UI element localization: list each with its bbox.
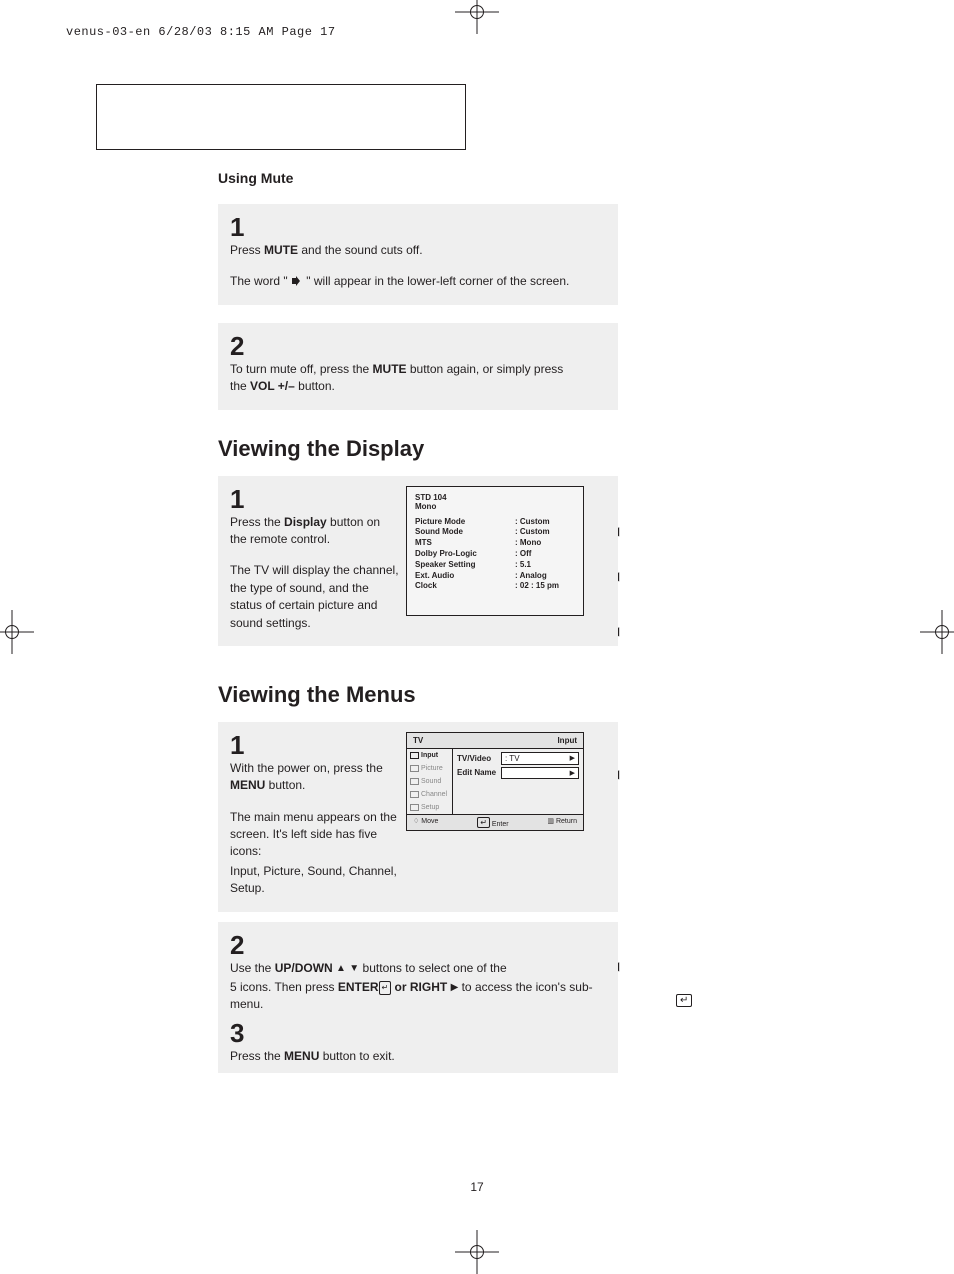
tvshot-sound: Mono <box>415 502 575 511</box>
print-slug: venus-03-en 6/28/03 8:15 AM Page 17 <box>66 25 336 39</box>
step-text: The main menu appears on the screen. It'… <box>230 809 400 861</box>
menu-main: TV/Video : TV▶ Edit Name ▶ <box>453 749 583 814</box>
crop-mark-left <box>0 610 34 654</box>
tvshot-row: Picture Mode: Custom <box>415 517 575 528</box>
menu-row: TV/Video : TV▶ <box>457 752 579 765</box>
tvshot-row: Sound Mode: Custom <box>415 527 575 538</box>
crop-mark-bottom <box>455 1230 499 1274</box>
setup-icon <box>410 804 419 811</box>
step-text: The TV will display the channel, the typ… <box>230 562 400 632</box>
tvshot-row: Dolby Pro-Logic: Off <box>415 549 575 560</box>
tvshot-row: Speaker Setting: 5.1 <box>415 560 575 571</box>
step-number: 2 <box>230 333 606 359</box>
page-number: 17 <box>470 1180 483 1194</box>
step-box: 1 With the power on, press the MENU butt… <box>218 722 618 912</box>
step-text: 5 icons. Then press ENTER↵ or RIGHT ▶ to… <box>230 979 606 1014</box>
section-title-display: Viewing the Display <box>218 436 618 462</box>
tv-display-screenshot: STD 104 Mono Picture Mode: Custom Sound … <box>406 486 584 616</box>
menu-side-item: Input <box>407 749 452 762</box>
right-arrow-icon: ▶ <box>570 769 575 777</box>
step-text: To turn mute off, press the MUTE button … <box>230 361 570 396</box>
picture-icon <box>410 765 419 772</box>
step-box: 2 To turn mute off, press the MUTE butto… <box>218 323 618 410</box>
section-title-menus: Viewing the Menus <box>218 682 618 708</box>
step-number: 1 <box>230 486 400 512</box>
step-box: 1 Press the Display button on the remote… <box>218 476 618 646</box>
step-text: Press MUTE and the sound cuts off. <box>230 242 606 259</box>
crop-mark-right <box>920 610 954 654</box>
tv-menu-screenshot: TV Input Input Picture Sound Channel Set… <box>406 732 584 831</box>
step-text: Press the MENU button to exit. <box>230 1048 606 1065</box>
sound-icon <box>410 778 419 785</box>
section-title-mute: Using Mute <box>218 170 618 186</box>
step-number: 1 <box>230 732 400 758</box>
step-number: 2 <box>230 932 606 958</box>
down-arrow-icon: ▼ <box>349 962 359 977</box>
step-text: Use the UP/DOWN ▲ ▼ buttons to select on… <box>230 960 606 977</box>
menu-sidebar: Input Picture Sound Channel Setup <box>407 749 453 814</box>
tvshot-row: MTS: Mono <box>415 538 575 549</box>
menu-title-right: Input <box>557 736 577 745</box>
step-text: Input, Picture, Sound, Channel, Setup. <box>230 863 400 898</box>
enter-icon: ↵ <box>676 994 692 1007</box>
enter-icon: ↵ <box>379 981 392 995</box>
step-text: Press the Display button on the remote c… <box>230 514 400 549</box>
menu-row: Edit Name ▶ <box>457 767 579 779</box>
step-box: 2 Use the UP/DOWN ▲ ▼ buttons to select … <box>218 922 618 1074</box>
menu-side-item: Sound <box>407 775 452 788</box>
step-text: The word " " will appear in the lower-le… <box>230 273 606 290</box>
step-number: 3 <box>230 1020 606 1046</box>
menu-side-item: Setup <box>407 801 452 814</box>
chapter-box <box>96 84 466 150</box>
footer-return: ▥ Return <box>547 817 577 828</box>
menu-side-item: Channel <box>407 788 452 801</box>
step-text: With the power on, press the MENU button… <box>230 760 400 795</box>
step-number: 1 <box>230 214 606 240</box>
input-icon <box>410 752 419 759</box>
up-arrow-icon: ▲ <box>336 962 346 977</box>
tvshot-channel: STD 104 <box>415 493 575 502</box>
step-box: 1 Press MUTE and the sound cuts off. The… <box>218 204 618 305</box>
right-arrow-icon: ▶ <box>570 754 575 762</box>
menu-side-item: Picture <box>407 762 452 775</box>
footer-enter: ↵ Enter <box>477 817 508 828</box>
footer-move: ♢ Move <box>413 817 438 828</box>
tvshot-row: Clock: 02 : 15 pm <box>415 581 575 592</box>
channel-icon <box>410 791 419 798</box>
tvshot-row: Ext. Audio: Analog <box>415 571 575 582</box>
mute-icon <box>291 275 303 287</box>
menu-title-left: TV <box>413 736 423 745</box>
crop-mark-top <box>455 0 499 34</box>
